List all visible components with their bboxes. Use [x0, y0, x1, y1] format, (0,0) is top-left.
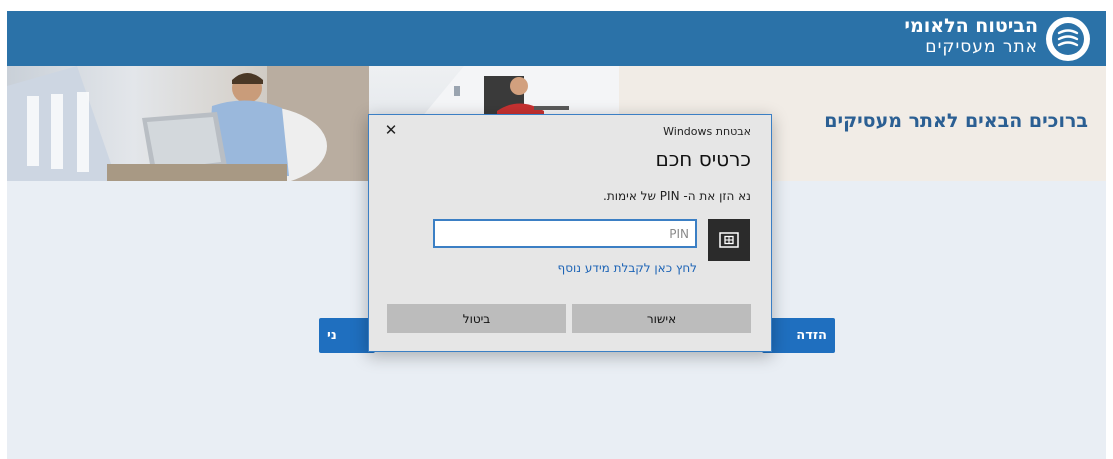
- pin-prompt-text: נא הזן את ה- PIN של אימות.: [603, 189, 751, 203]
- brand-title: הביטוח הלאומי: [904, 15, 1038, 37]
- hero-photo-man-laptop: [7, 66, 369, 181]
- brand-subtitle: אתר מעסיקים: [925, 37, 1038, 57]
- brand-name: הביטוח הלאומי אתר מעסיקים: [904, 15, 1038, 57]
- nii-logo-glyph: [1052, 23, 1084, 55]
- welcome-heading: ברוכים הבאים לאתר מעסיקים: [824, 110, 1088, 132]
- smart-card-icon: [708, 219, 750, 261]
- ok-button[interactable]: אישור: [572, 304, 751, 333]
- page-background: הביטוח הלאומי אתר מעסיקים ברוכים הבאים ל…: [7, 11, 1106, 459]
- dialog-caption: אבטחת Windows: [663, 125, 751, 138]
- windows-security-dialog: אבטחת Windows ✕ כרטיס חכם נא הזן את ה- P…: [368, 114, 772, 352]
- nii-logo-icon[interactable]: [1046, 17, 1090, 61]
- pin-input[interactable]: [433, 219, 697, 248]
- cancel-button[interactable]: ביטול: [387, 304, 566, 333]
- identify-button[interactable]: הזדה: [762, 318, 835, 353]
- more-info-link[interactable]: לחץ כאן לקבלת מידע נוסף: [558, 261, 697, 275]
- dialog-title: כרטיס חכם: [655, 147, 751, 171]
- site-header: הביטוח הלאומי אתר מעסיקים: [7, 11, 1106, 66]
- smart-card-glyph: [719, 232, 739, 248]
- close-icon[interactable]: ✕: [383, 122, 399, 138]
- secondary-login-button[interactable]: ני: [319, 318, 375, 353]
- hero-photo-illustration: [7, 66, 369, 181]
